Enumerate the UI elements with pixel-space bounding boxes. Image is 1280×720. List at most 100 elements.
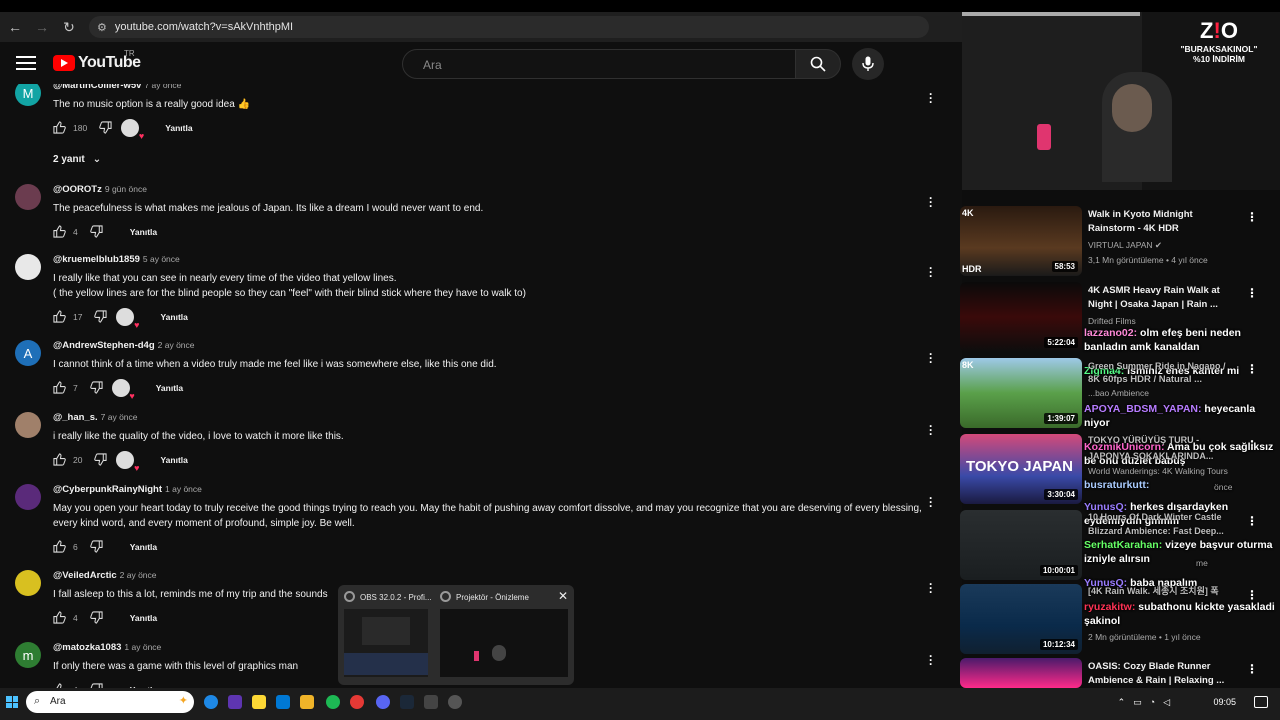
reload-icon[interactable]: ↻ — [57, 15, 81, 39]
discord-icon[interactable] — [376, 695, 390, 709]
system-tray[interactable]: ⌃ ▭ ◔ ◁ — [1118, 697, 1170, 708]
video-thumbnail[interactable]: TOKYO JAPAN 3:30:04 — [960, 434, 1082, 504]
video-more-icon[interactable]: ⋮ — [1246, 210, 1258, 224]
file-explorer-icon[interactable] — [300, 695, 314, 709]
like-icon[interactable] — [53, 225, 67, 239]
more-options-icon[interactable]: · · · — [927, 578, 935, 598]
video-channel[interactable]: ...bao Ambience — [1088, 388, 1248, 398]
more-options-icon[interactable]: · · · — [927, 192, 935, 212]
more-options-icon[interactable]: · · · — [927, 348, 935, 368]
edge-icon[interactable] — [204, 695, 218, 709]
reply-button[interactable]: Yanıtla — [165, 123, 192, 133]
forward-icon[interactable]: → — [30, 15, 54, 39]
wifi-icon[interactable]: ◔ — [1150, 697, 1155, 708]
like-icon[interactable] — [53, 121, 67, 135]
comment-time[interactable]: 9 gün önce — [105, 184, 147, 194]
like-icon[interactable] — [53, 381, 67, 395]
site-info-icon[interactable]: ⚙ — [97, 21, 107, 34]
more-options-icon[interactable]: · · · — [927, 650, 935, 670]
reply-button[interactable]: Yanıtla — [160, 312, 187, 322]
comment-author[interactable]: @CyberpunkRainyNight — [53, 484, 162, 495]
spotify-icon[interactable] — [326, 695, 340, 709]
dislike-icon[interactable] — [89, 540, 104, 554]
video-thumbnail[interactable]: 8K 1:39:07 — [960, 358, 1082, 428]
video-title-line2[interactable]: Ambience & Rain | Relaxing ... — [1088, 674, 1248, 688]
avatar[interactable] — [15, 484, 41, 510]
more-options-icon[interactable]: · · · — [927, 88, 935, 108]
avatar[interactable]: A — [15, 340, 41, 366]
network-icon[interactable]: ▭ — [1133, 697, 1142, 708]
store-icon[interactable] — [252, 695, 266, 709]
video-card[interactable]: 4K HDR 58:53 Walk in Kyoto Midnight Rainstor… — [960, 206, 1270, 276]
video-more-icon[interactable]: ⋮ — [1246, 662, 1258, 676]
dislike-icon[interactable] — [94, 310, 108, 324]
reply-button[interactable]: Yanıtla — [160, 455, 187, 465]
close-icon[interactable]: ✕ — [558, 589, 568, 603]
volume-app-icon[interactable] — [424, 695, 438, 709]
speaker-icon[interactable]: ◁ — [1163, 697, 1170, 708]
voice-search-button[interactable] — [852, 48, 884, 80]
comment-time[interactable]: 2 ay önce — [158, 340, 195, 350]
like-icon[interactable] — [53, 611, 67, 625]
video-more-icon[interactable]: ⋮ — [1246, 286, 1258, 300]
hamburger-menu-icon[interactable] — [14, 52, 38, 74]
comment-time[interactable]: 1 ay önce — [124, 642, 161, 652]
video-thumbnail[interactable]: 5:22:04 — [960, 282, 1082, 352]
preview-projector[interactable]: Projektör - Önizleme ✕ — [434, 585, 574, 685]
avatar[interactable] — [15, 412, 41, 438]
avatar[interactable] — [15, 254, 41, 280]
outlook-icon[interactable] — [276, 695, 290, 709]
more-options-icon[interactable]: · · · — [927, 262, 935, 282]
comment-author[interactable]: @VeiledArctic — [53, 570, 117, 581]
reply-button[interactable]: Yanıtla — [130, 542, 157, 552]
search-input[interactable]: Ara — [402, 49, 796, 79]
windows-start-icon[interactable] — [6, 696, 18, 708]
dislike-icon[interactable] — [89, 225, 104, 239]
reply-button[interactable]: Yanıtla — [130, 227, 157, 237]
address-bar[interactable]: ⚙ youtube.com/watch?v=sAkVnhthpMI — [89, 16, 929, 38]
reply-button[interactable]: Yanıtla — [156, 383, 183, 393]
avatar[interactable]: M — [15, 84, 41, 106]
more-options-icon[interactable]: · · · — [927, 420, 935, 440]
video-channel[interactable]: Drifted Films — [1088, 316, 1248, 326]
dislike-icon[interactable] — [89, 611, 104, 625]
youtube-logo[interactable]: YouTube TR — [53, 49, 141, 72]
video-thumbnail[interactable]: 4K HDR 58:53 — [960, 206, 1082, 276]
video-title-line1[interactable]: OASIS: Cozy Blade Runner — [1088, 660, 1248, 674]
search-button[interactable] — [795, 49, 841, 79]
video-thumbnail[interactable]: 10:12:34 — [960, 584, 1082, 654]
taskbar-search[interactable]: ⌕ Ara ✦ — [26, 691, 194, 713]
comment-time[interactable]: 7 ay önce — [101, 412, 138, 422]
video-title-line2[interactable]: Night | Osaka Japan | Rain ... — [1088, 298, 1248, 312]
video-channel[interactable]: VIRTUAL JAPAN ✔ — [1088, 240, 1248, 251]
more-options-icon[interactable]: · · · — [927, 492, 935, 512]
video-card[interactable]: OASIS: Cozy Blade Runner Ambience & Rain … — [960, 658, 1270, 688]
comment-time[interactable]: 2 ay önce — [120, 570, 157, 580]
video-thumbnail[interactable] — [960, 658, 1082, 688]
chrome-icon[interactable] — [350, 695, 364, 709]
comment-author[interactable]: @AndrewStephen-d4g — [53, 340, 155, 351]
dislike-icon[interactable] — [89, 381, 104, 395]
comment-author[interactable]: @kruemelblub1859 — [53, 254, 140, 265]
comment-author[interactable]: @OOROTz — [53, 184, 102, 195]
avatar[interactable]: m — [15, 642, 41, 668]
obs-taskbar-icon[interactable] — [448, 695, 462, 709]
like-icon[interactable] — [53, 540, 67, 554]
video-thumbnail[interactable]: 10:00:01 — [960, 510, 1082, 580]
preview-obs[interactable]: OBS 32.0.2 - Profi... — [338, 585, 434, 685]
like-icon[interactable] — [53, 453, 67, 467]
replies-toggle[interactable]: 2 yanıt ⌄ — [53, 154, 101, 165]
avatar[interactable] — [15, 570, 41, 596]
comment-time[interactable]: 5 ay önce — [143, 254, 180, 264]
notification-icon[interactable] — [1254, 696, 1268, 708]
comment-time[interactable]: 7 ay önce — [144, 84, 181, 90]
video-title-line2[interactable]: Rainstorm - 4K HDR — [1088, 222, 1248, 236]
comment-time[interactable]: 1 ay önce — [165, 484, 202, 494]
video-title-line1[interactable]: Walk in Kyoto Midnight — [1088, 208, 1248, 222]
dislike-icon[interactable] — [94, 453, 108, 467]
comment-author[interactable]: @matozka1083 — [53, 642, 121, 653]
steam-icon[interactable] — [400, 695, 414, 709]
reply-button[interactable]: Yanıtla — [130, 613, 157, 623]
comment-author[interactable]: @_han_s. — [53, 412, 98, 423]
copilot-icon[interactable] — [228, 695, 242, 709]
